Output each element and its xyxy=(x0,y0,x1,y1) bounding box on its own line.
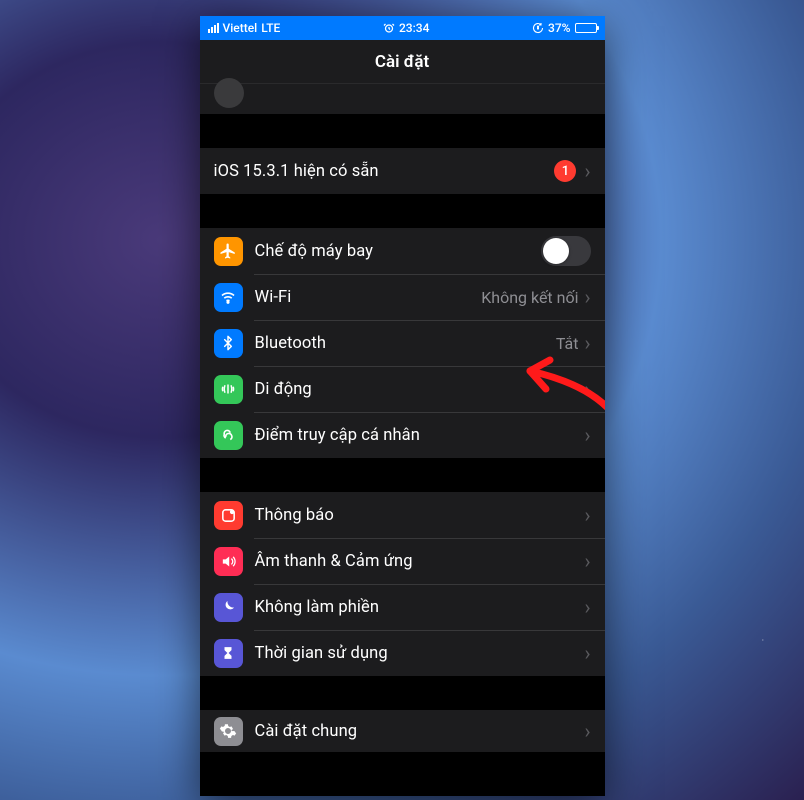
airplane-icon xyxy=(214,237,243,266)
general-label: Cài đặt chung xyxy=(255,722,585,741)
chevron-right-icon: › xyxy=(584,551,590,571)
nav-header: Cài đặt xyxy=(200,40,605,84)
notifications-icon xyxy=(214,501,243,530)
carrier-label: Viettel xyxy=(223,21,258,35)
chevron-right-icon: › xyxy=(584,287,590,307)
cellular-icon xyxy=(214,375,243,404)
bluetooth-label: Bluetooth xyxy=(255,334,556,353)
wifi-icon xyxy=(214,283,243,312)
update-group: iOS 15.3.1 hiện có sẵn 1 › xyxy=(200,148,605,194)
status-left: Viettel LTE xyxy=(208,21,281,35)
row-bluetooth[interactable]: Bluetooth Tắt › xyxy=(200,320,605,366)
chevron-right-icon: › xyxy=(584,643,590,663)
status-center: 23:34 xyxy=(383,21,429,35)
alarm-icon xyxy=(383,22,395,34)
phone-frame: Viettel LTE 23:34 37% Cài đặt iOS 15.3.1… xyxy=(200,16,605,796)
hotspot-icon xyxy=(214,421,243,450)
orientation-lock-icon xyxy=(532,22,544,34)
screentime-label: Thời gian sử dụng xyxy=(255,644,585,663)
chevron-right-icon: › xyxy=(584,425,590,445)
wifi-label: Wi-Fi xyxy=(255,288,482,307)
row-cellular[interactable]: Di động › xyxy=(200,366,605,412)
row-do-not-disturb[interactable]: Không làm phiền › xyxy=(200,584,605,630)
sounds-label: Âm thanh & Cảm ứng xyxy=(255,552,585,571)
cellular-label: Di động xyxy=(255,380,585,399)
chevron-right-icon: › xyxy=(584,161,590,181)
system-group: Thông báo › Âm thanh & Cảm ứng › Không l… xyxy=(200,492,605,676)
page-title: Cài đặt xyxy=(375,52,429,72)
profile-row-peek[interactable] xyxy=(200,84,605,114)
bluetooth-icon xyxy=(214,329,243,358)
battery-icon xyxy=(575,23,597,33)
notifications-label: Thông báo xyxy=(255,506,585,525)
signal-icon xyxy=(208,23,219,33)
general-group: Cài đặt chung › xyxy=(200,710,605,752)
airplane-toggle[interactable] xyxy=(541,236,591,266)
time-label: 23:34 xyxy=(399,21,429,35)
wifi-value: Không kết nối xyxy=(481,288,578,307)
chevron-right-icon: › xyxy=(584,379,590,399)
airplane-label: Chế độ máy bay xyxy=(255,242,541,261)
battery-pct: 37% xyxy=(548,21,570,35)
connectivity-group: Chế độ máy bay Wi-Fi Không kết nối › Blu… xyxy=(200,228,605,458)
row-airplane-mode[interactable]: Chế độ máy bay xyxy=(200,228,605,274)
status-right: 37% xyxy=(532,21,596,35)
row-hotspot[interactable]: Điểm truy cập cá nhân › xyxy=(200,412,605,458)
chevron-right-icon: › xyxy=(584,597,590,617)
row-software-update[interactable]: iOS 15.3.1 hiện có sẵn 1 › xyxy=(200,148,605,194)
gear-icon xyxy=(214,717,243,746)
status-bar: Viettel LTE 23:34 37% xyxy=(200,16,605,40)
row-screen-time[interactable]: Thời gian sử dụng › xyxy=(200,630,605,676)
chevron-right-icon: › xyxy=(584,333,590,353)
row-wifi[interactable]: Wi-Fi Không kết nối › xyxy=(200,274,605,320)
moon-icon xyxy=(214,593,243,622)
hourglass-icon xyxy=(214,639,243,668)
network-label: LTE xyxy=(261,21,280,35)
chevron-right-icon: › xyxy=(584,721,590,741)
row-sounds[interactable]: Âm thanh & Cảm ứng › xyxy=(200,538,605,584)
dnd-label: Không làm phiền xyxy=(255,598,585,617)
hotspot-label: Điểm truy cập cá nhân xyxy=(255,426,585,445)
row-general[interactable]: Cài đặt chung › xyxy=(200,710,605,752)
row-notifications[interactable]: Thông báo › xyxy=(200,492,605,538)
sounds-icon xyxy=(214,547,243,576)
update-badge: 1 xyxy=(554,160,576,182)
update-label: iOS 15.3.1 hiện có sẵn xyxy=(214,162,555,181)
bluetooth-value: Tắt xyxy=(556,334,579,353)
chevron-right-icon: › xyxy=(584,505,590,525)
